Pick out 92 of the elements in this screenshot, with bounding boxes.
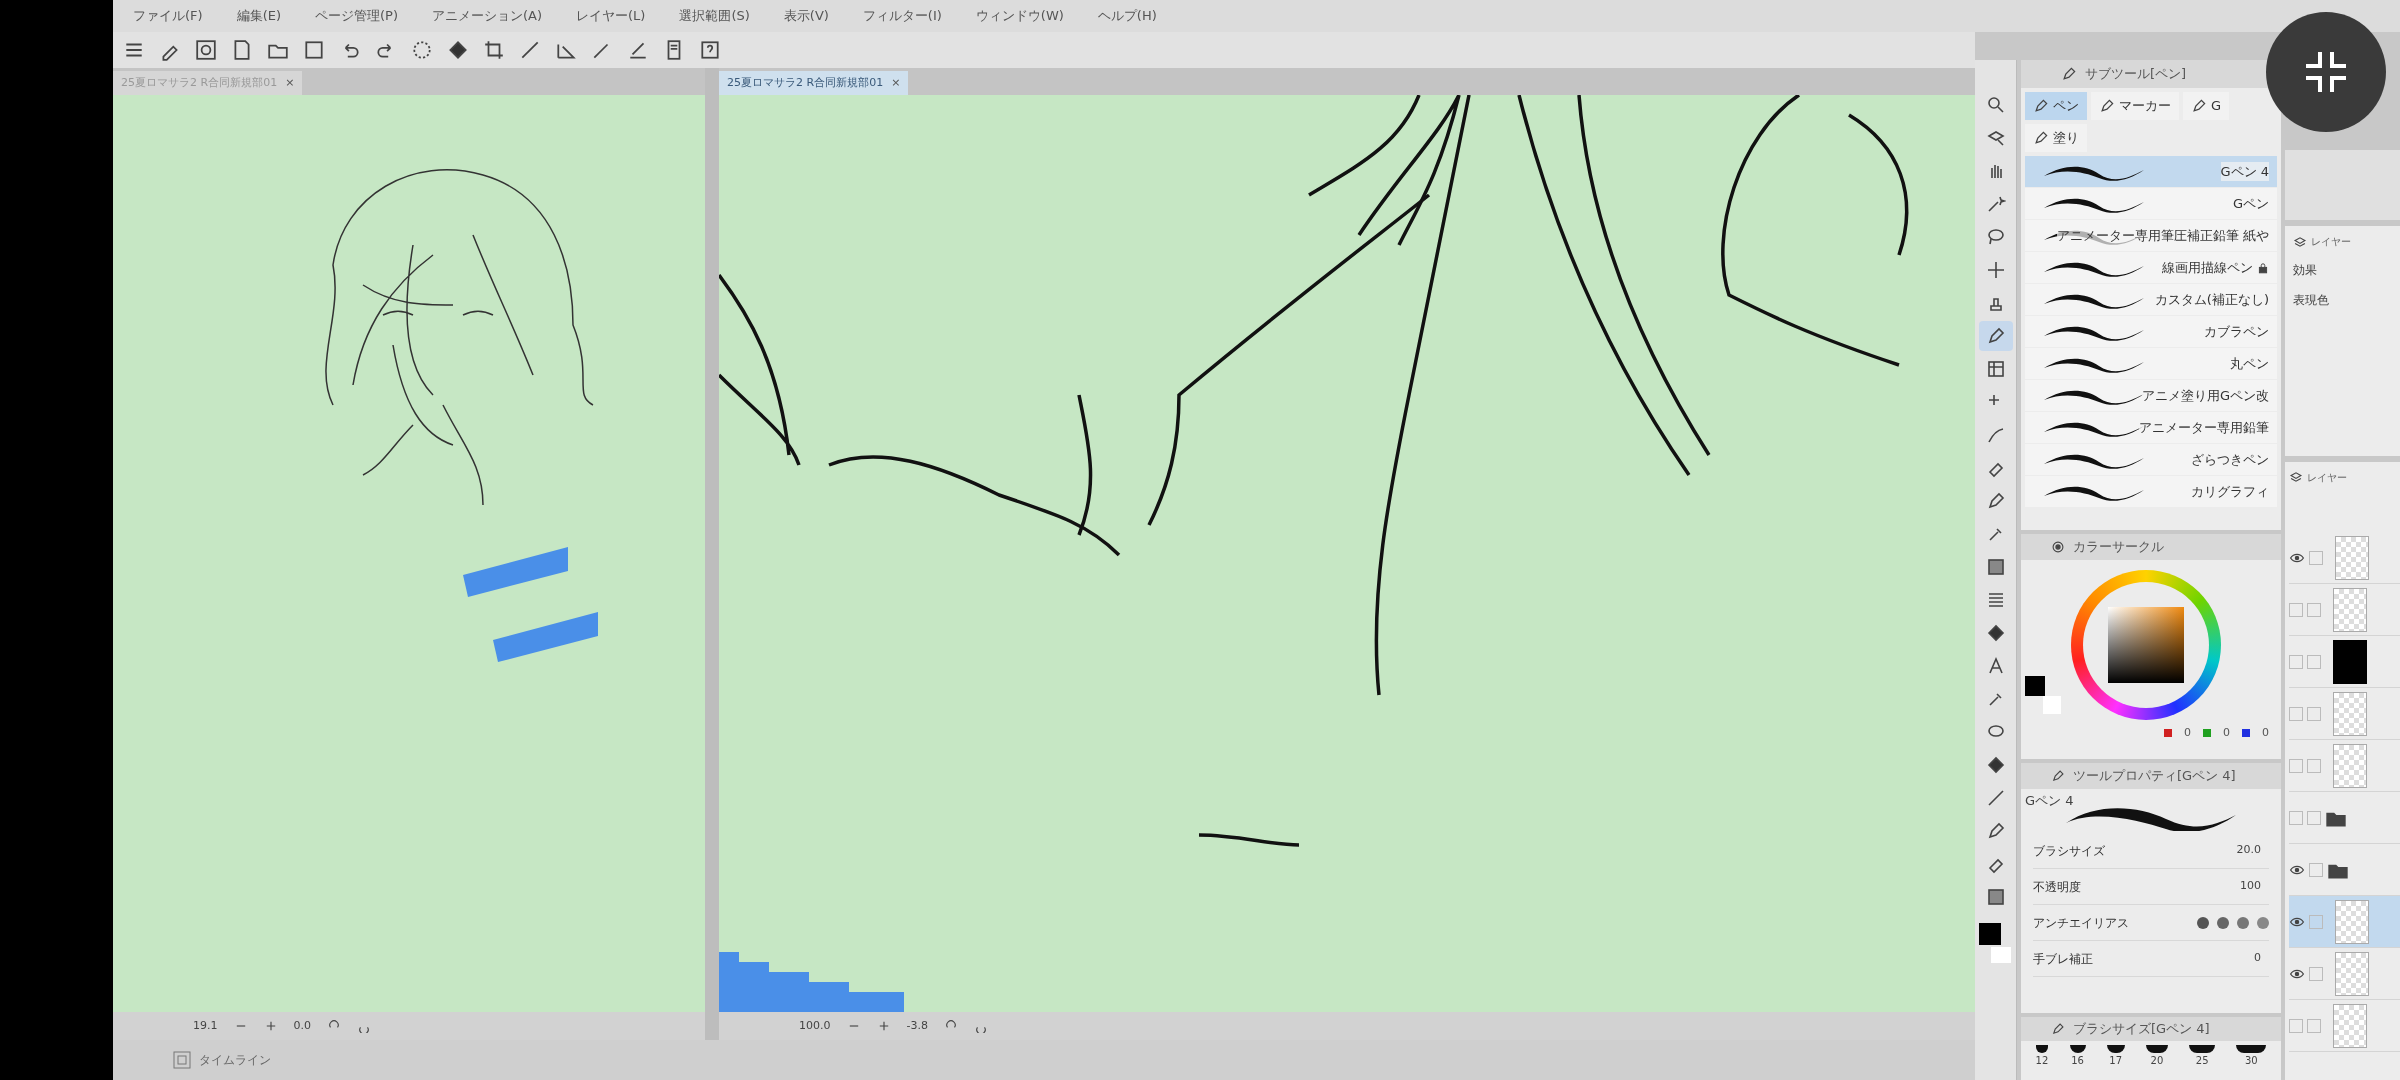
channel-value[interactable]: 0: [2223, 725, 2230, 742]
zoom-value[interactable]: 100.0: [799, 1017, 831, 1035]
panel-title[interactable]: カラーサークル: [2073, 537, 2164, 557]
circle-icon: [2051, 540, 2065, 554]
pen-icon: [2051, 769, 2065, 783]
brush-name: Gペン 4: [2025, 792, 2074, 810]
channel-value[interactable]: 0: [2184, 725, 2191, 742]
sub-color-swatch[interactable]: [2043, 696, 2061, 714]
brush-list-item[interactable]: Gペン 4: [2025, 156, 2277, 187]
pen-icon: [2099, 98, 2115, 114]
menu-item[interactable]: ページ管理(P): [315, 6, 398, 26]
pen-icon: [2033, 130, 2049, 146]
pen-icon: [2191, 98, 2207, 114]
frame-icon: [1985, 359, 2006, 379]
brush-list-item[interactable]: アニメーター専用筆圧補正鉛筆 紙や: [2025, 220, 2277, 251]
panel-title[interactable]: ブラシサイズ[Gペン 4]: [2073, 1019, 2210, 1039]
menu-item[interactable]: ウィンドウ(W): [975, 6, 1064, 26]
channel-swatch: [2242, 729, 2250, 738]
brush-size-option[interactable]: 17: [2106, 1045, 2125, 1068]
dotted-circle-icon[interactable]: [411, 39, 433, 61]
brush-list-item[interactable]: カスタム(補正なし): [2025, 284, 2277, 315]
layers-icon: [2293, 234, 2307, 249]
main-color-swatch[interactable]: [2025, 676, 2045, 696]
brush-size-option[interactable]: 30: [2236, 1045, 2267, 1068]
menu-item[interactable]: フィルター(I): [862, 6, 942, 26]
crop-icon[interactable]: [483, 39, 505, 61]
zoom-value[interactable]: 19.1: [193, 1017, 218, 1035]
tool-button[interactable]: [1978, 321, 2013, 351]
panel-title[interactable]: ツールプロパティ[Gペン 4]: [2073, 766, 2236, 786]
brush-name: Gペン 4: [2220, 161, 2269, 182]
sub-color-swatch[interactable]: [1990, 947, 2011, 963]
close-icon[interactable]: ×: [891, 74, 901, 92]
panel-title[interactable]: レイヤー: [2307, 469, 2347, 485]
brush-list-item[interactable]: アニメ塗り用Gペン改: [2025, 380, 2277, 411]
brush-list-item[interactable]: カブラペン: [2025, 316, 2277, 347]
subtool-group-tab[interactable]: 塗り: [2025, 124, 2087, 152]
layers-icon: [2289, 470, 2303, 484]
menu-item[interactable]: レイヤー(L): [576, 6, 646, 26]
property-label: 不透明度: [2033, 878, 2082, 896]
channel-value[interactable]: 0: [2262, 725, 2269, 742]
panel-title[interactable]: サブツール[ペン]: [2085, 64, 2187, 84]
brush-list-item[interactable]: カリグラフィ: [2025, 476, 2277, 507]
property-value[interactable]: 0: [2246, 950, 2269, 967]
channel-swatch: [2164, 729, 2172, 738]
help-icon[interactable]: [699, 39, 721, 61]
pen-icon: [2051, 1022, 2065, 1036]
brush-list-item[interactable]: 丸ペン: [2025, 348, 2277, 379]
timeline-icon: [173, 1051, 191, 1069]
layer-icon: [1985, 128, 2006, 148]
saturation-square[interactable]: [2108, 607, 2184, 683]
property-label: 効果: [2293, 262, 2318, 279]
document-tab[interactable]: 25夏ロマサラ2 R合同新規部01 ×: [719, 71, 909, 95]
move-icon: [1985, 260, 2006, 280]
pen-icon: [2061, 66, 2077, 82]
subtool-group-tab[interactable]: マーカー: [2091, 92, 2179, 120]
angle-value[interactable]: 0.0: [293, 1017, 311, 1035]
brush-size-option[interactable]: 16: [2069, 1045, 2086, 1068]
menu-item[interactable]: 選択範囲(S): [679, 6, 750, 26]
subtool-group-tab[interactable]: ペン: [2025, 92, 2087, 120]
tab-title: 25夏ロマサラ2 R合同新規部01: [727, 74, 884, 91]
brush-size-option[interactable]: 12: [2035, 1045, 2049, 1068]
menu-item[interactable]: 表示(V): [783, 6, 829, 26]
antialias-option[interactable]: [2217, 916, 2229, 929]
property-value[interactable]: 100: [2232, 878, 2269, 895]
channel-swatch: [2203, 729, 2211, 738]
property-label: アンチエイリアス: [2033, 914, 2130, 932]
brush-size-option[interactable]: 20: [2145, 1045, 2168, 1068]
menu-item[interactable]: ファイル(F): [133, 6, 203, 26]
brush-list-item[interactable]: 線画用描線ペン: [2025, 252, 2277, 283]
brush-list-item[interactable]: ざらつきペン: [2025, 444, 2277, 475]
menu-item[interactable]: 編集(E): [236, 6, 281, 26]
panel-title[interactable]: レイヤー: [2311, 234, 2351, 249]
antialias-option[interactable]: [2197, 916, 2209, 929]
brush-size-option[interactable]: 25: [2189, 1045, 2216, 1068]
zoom-icon: [1985, 95, 2006, 115]
brush-list-item[interactable]: Gペン: [2025, 188, 2277, 219]
antialias-option[interactable]: [2237, 916, 2249, 929]
close-icon[interactable]: ×: [285, 74, 295, 92]
property-label: 表現色: [2293, 292, 2330, 309]
menu-item[interactable]: ヘルプ(H): [1097, 6, 1157, 26]
subtool-group-tab[interactable]: G: [2183, 92, 2230, 120]
timeline-title[interactable]: タイムライン: [199, 1051, 271, 1069]
lasso-icon: [1985, 227, 2006, 247]
antialias-option[interactable]: [2257, 916, 2269, 929]
pen-icon: [2033, 98, 2049, 114]
property-value[interactable]: 20.0: [2228, 842, 2269, 859]
brush-list-item[interactable]: アニメーター専用鉛筆: [2025, 412, 2277, 443]
main-color-swatch[interactable]: [1978, 923, 2001, 945]
property-label: ブラシサイズ: [2033, 842, 2106, 860]
menu-item[interactable]: アニメーション(A): [431, 6, 542, 26]
angle-value[interactable]: -3.8: [906, 1017, 928, 1035]
property-label: 手ブレ補正: [2033, 950, 2094, 968]
